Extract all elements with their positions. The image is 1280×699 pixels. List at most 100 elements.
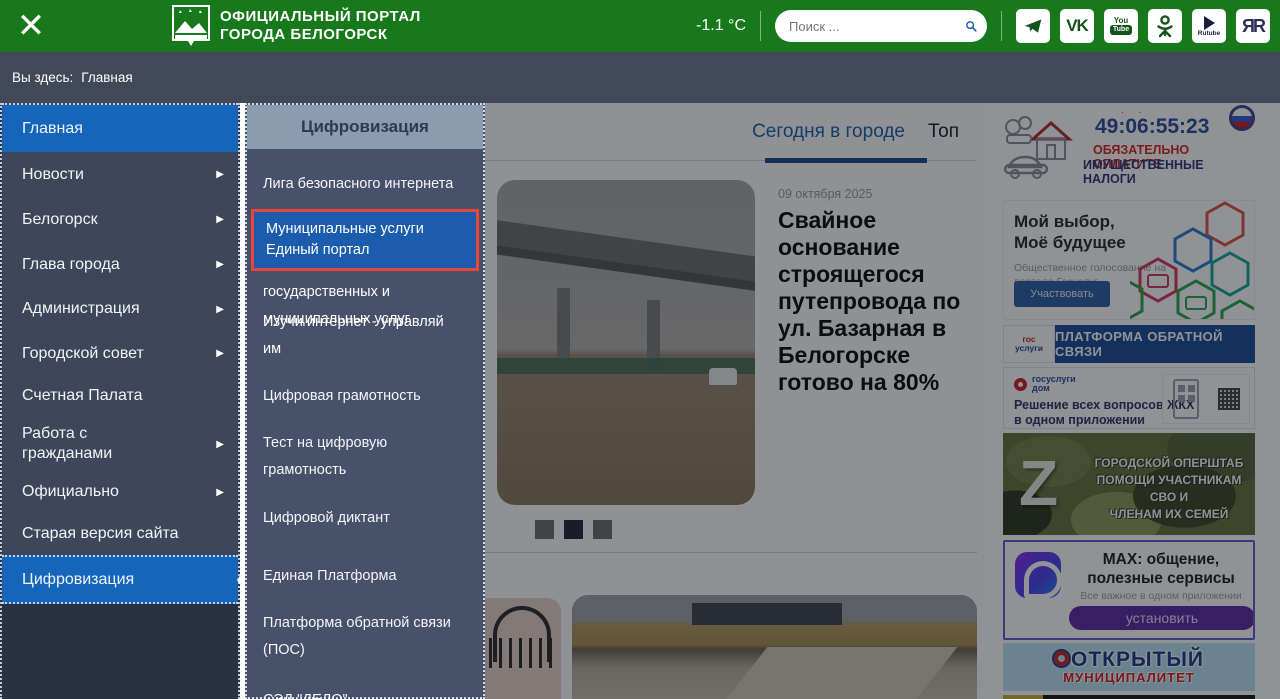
submenu-cifrovizaciya: Цифровизация Лига безопасного интернета …	[245, 103, 485, 699]
menu-item-cifrovizaciya[interactable]: Цифровизация	[2, 555, 253, 604]
chevron-right-icon: ▶	[216, 348, 224, 359]
vote-hexagons-icon	[1130, 201, 1254, 319]
ring-icon	[1053, 651, 1069, 666]
banner-svo-headquarters[interactable]: Z ГОРОДСКОЙ ОПЕРШТАБ ПОМОЩИ УЧАСТНИКАМ С…	[1003, 433, 1255, 535]
main-content: Сегодня в городе Топ 09 октября 2025 Сва…	[485, 103, 985, 699]
search-box[interactable]	[775, 10, 987, 42]
search-input[interactable]	[789, 18, 965, 34]
main-menu-list: Главная Новости ▶ Белогорск ▶ Глава горо…	[2, 103, 253, 604]
close-icon: ✕	[16, 7, 46, 45]
right-sidebar: . . 49:06:55:23 ОБЯЗАТЕЛЬНО ОПЛАТИТЕ ИМУ…	[985, 103, 1280, 699]
menu-item-schetnaya-palata[interactable]: Счетная Палата	[2, 376, 238, 416]
yarus-icon[interactable]: ЯR	[1236, 9, 1270, 43]
youtube-icon[interactable]: You Tube	[1104, 9, 1138, 43]
page: ✕ ОФИЦИАЛЬНЫЙ ПОРТАЛ ГОРОДА БЕЛОГОРСК -1…	[0, 0, 1280, 699]
banner-partial	[1003, 695, 1255, 699]
news-thumb-balcony[interactable]	[485, 598, 561, 699]
site-logo[interactable]: ОФИЦИАЛЬНЫЙ ПОРТАЛ ГОРОДА БЕЛОГОРСК	[172, 5, 421, 47]
svo-text: ГОРОДСКОЙ ОПЕРШТАБ ПОМОЩИ УЧАСТНИКАМ СВО…	[1094, 456, 1244, 521]
menu-item-gorodskoy-sovet[interactable]: Городской совет ▶	[2, 331, 238, 376]
menu-item-administraciya[interactable]: Администрация ▶	[2, 287, 238, 331]
tab-top[interactable]: Топ	[928, 121, 959, 143]
banner-gosuslugi-dom[interactable]: госуслуги дом Решение всех вопросов ЖКХ …	[1003, 367, 1255, 429]
tax-line2: ИМУЩЕСТВЕННЫЕ НАЛОГИ	[1083, 158, 1204, 186]
open-muni-line2: МУНИЦИПАЛИТЕТ	[1063, 670, 1195, 685]
carousel-dot-1[interactable]	[535, 520, 554, 539]
carousel-dot-3[interactable]	[593, 520, 612, 539]
tax-illustration	[1003, 116, 1073, 179]
submenu-list: Лига безопасного интернета Муниципальные…	[247, 149, 483, 699]
submenu-item-pos[interactable]: Платформа обратной связи (ПОС)	[247, 605, 477, 669]
submenu-item-cifrovaya-gramotnost[interactable]: Цифровая грамотность	[247, 381, 483, 411]
menu-item-novosti[interactable]: Новости ▶	[2, 152, 238, 197]
breadcrumb-prefix: Вы здесь:	[12, 70, 74, 85]
tax-emblem-icon	[1229, 105, 1255, 131]
chevron-right-icon: ▶	[216, 259, 224, 270]
carousel-dot-2-active[interactable]	[564, 520, 583, 539]
chevron-right-icon: ▶	[216, 438, 224, 450]
menu-item-glava-goroda[interactable]: Глава города ▶	[2, 242, 238, 287]
building-icon	[1172, 379, 1199, 419]
menu-item-glavnaya[interactable]: Главная	[2, 105, 238, 152]
chevron-right-icon: ▶	[216, 303, 224, 315]
gosuslugi-logo: гос услуги	[1003, 325, 1055, 363]
section-divider	[485, 552, 977, 553]
chevron-right-icon: ▶	[216, 214, 224, 225]
article-date: 09 октября 2025	[778, 187, 873, 201]
dom-illustration	[1162, 374, 1250, 424]
max-app-icon	[1015, 552, 1062, 599]
submenu-item-municipalnye-uslugi-selected[interactable]: Муниципальные услуги Единый портал	[251, 209, 479, 271]
carousel-photo-overpass[interactable]	[497, 180, 755, 505]
banner-open-municipality[interactable]: ОТКРЫТЫЙ МУНИЦИПАЛИТЕТ	[1003, 643, 1255, 691]
menu-item-oficialno[interactable]: Официально ▶	[2, 472, 238, 512]
tax-countdown: 49:06:55:23	[1095, 115, 1210, 138]
rutube-icon[interactable]: Rutube	[1192, 9, 1226, 43]
temperature-widget: -1.1 °C	[696, 17, 746, 34]
chevron-right-icon: ▶	[216, 486, 224, 498]
dom-ring-icon	[1014, 377, 1027, 391]
submenu-item-izuchi-internet[interactable]: Изучи интернет - управляй им	[247, 309, 483, 363]
gosuslugi-dom-logo: госуслуги дом	[1014, 375, 1076, 393]
crest-icon	[172, 5, 210, 46]
breadcrumb-current[interactable]: Главная	[81, 70, 132, 85]
menu-item-staraya-versiya[interactable]: Старая версия сайта	[2, 512, 238, 555]
search-icon[interactable]	[965, 17, 977, 35]
article-title[interactable]: Свайное основание строящегося путепровод…	[778, 207, 974, 396]
submenu-item-cifrovoy-diktant[interactable]: Цифровой диктант	[247, 503, 483, 533]
menu-item-rabota-s-grazhdanami[interactable]: Работа с гражданами ▶	[2, 416, 238, 472]
qr-code-icon	[1217, 388, 1240, 410]
submenu-title: Цифровизация	[247, 105, 483, 149]
odnoklassniki-icon[interactable]	[1148, 9, 1182, 43]
banner-property-taxes[interactable]: . . 49:06:55:23 ОБЯЗАТЕЛЬНО ОПЛАТИТЕ ИМУ…	[1003, 103, 1255, 195]
menu-item-belogorsk[interactable]: Белогорск ▶	[2, 197, 238, 242]
site-title: ОФИЦИАЛЬНЫЙ ПОРТАЛ ГОРОДА БЕЛОГОРСК	[220, 8, 421, 43]
site-header: ✕ ОФИЦИАЛЬНЫЙ ПОРТАЛ ГОРОДА БЕЛОГОРСК -1…	[0, 0, 1280, 52]
banner-public-vote[interactable]: Мой выбор, Моё будущее Общественное голо…	[1003, 200, 1255, 320]
breadcrumb: Вы здесь: Главная	[0, 52, 1280, 103]
news-thumb-street[interactable]	[572, 595, 977, 699]
vote-participate-button[interactable]: Участвовать	[1014, 281, 1110, 307]
banner-max-messenger[interactable]: MAX: общение, полезные сервисы Все важно…	[1003, 540, 1255, 640]
close-menu-button[interactable]: ✕	[8, 5, 54, 47]
active-tab-underline	[765, 158, 927, 163]
carousel-pagination	[535, 520, 612, 539]
divider	[760, 11, 761, 41]
chevron-right-icon: ▶	[216, 169, 224, 180]
submenu-item-liga[interactable]: Лига безопасного интернета	[247, 169, 483, 199]
banner-feedback-platform[interactable]: гос услуги ПЛАТФОРМА ОБРАТНОЙ СВЯЗИ	[1003, 325, 1255, 363]
submenu-item-test[interactable]: Тест на цифровую грамотность	[247, 425, 447, 489]
social-links: VK You Tube Rutube ЯR	[1016, 9, 1270, 43]
telegram-icon[interactable]	[1016, 9, 1050, 43]
submenu-item-sed-delo[interactable]: СЭД "ДЕЛО"	[247, 685, 483, 699]
news-tabs: Сегодня в городе Топ	[485, 113, 977, 163]
main-menu: Главная Новости ▶ Белогорск ▶ Глава горо…	[0, 103, 253, 699]
pos-title: ПЛАТФОРМА ОБРАТНОЙ СВЯЗИ	[1055, 325, 1255, 363]
submenu-item-edinaya-platforma[interactable]: Единая Платформа	[247, 561, 483, 591]
max-title: MAX: общение, полезные сервисы	[1087, 551, 1235, 587]
z-symbol: Z	[1019, 447, 1059, 519]
tab-today-in-city[interactable]: Сегодня в городе	[752, 121, 905, 143]
max-install-button[interactable]: установить	[1069, 606, 1253, 630]
vk-icon[interactable]: VK	[1060, 9, 1094, 43]
open-muni-line1: ОТКРЫТЫЙ	[1053, 649, 1204, 670]
divider	[1001, 11, 1002, 41]
